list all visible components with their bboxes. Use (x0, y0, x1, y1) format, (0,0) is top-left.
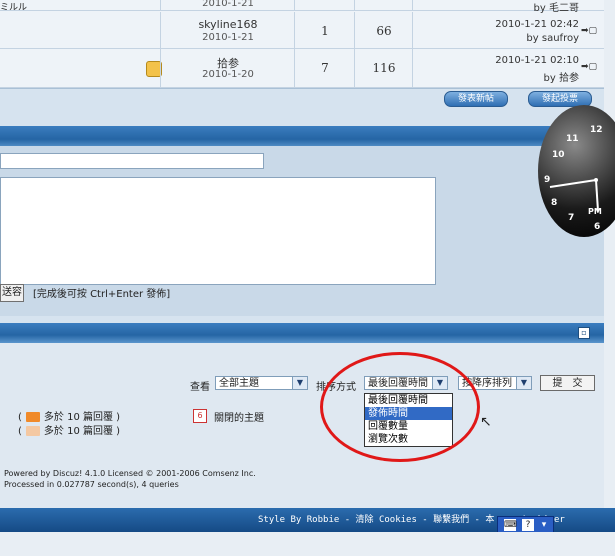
last-post-time[interactable]: 2010-1-21 02:42 (495, 19, 579, 30)
chevron-down-icon[interactable]: ▼ (516, 377, 531, 389)
message-textarea[interactable] (0, 177, 436, 285)
author-date: 2010-1-20 (202, 69, 254, 80)
go-last-post-icon[interactable]: ➡▢ (581, 26, 597, 36)
author-name[interactable]: skyline168 (161, 18, 295, 31)
chevron-down-icon[interactable]: ▼ (292, 377, 307, 389)
reply-count: 7 (321, 61, 329, 75)
table-row: 拾参 2010-1-20 7 116 2010-1-21 02:10 by 拾参… (0, 49, 604, 88)
hot-thread-icon (25, 426, 40, 436)
shortcut-hint: [完成後可按 Ctrl+Enter 發佈] (33, 289, 171, 300)
collapse-icon[interactable]: ▫ (578, 327, 590, 339)
last-post-by[interactable]: by 拾参 (544, 69, 579, 84)
highlight-annotation (320, 352, 480, 462)
view-count: 116 (372, 61, 396, 75)
dropdown-icon[interactable]: ▾ (538, 519, 550, 531)
subject-input[interactable] (0, 153, 264, 169)
keyboard-icon[interactable]: ⌨ (504, 519, 517, 531)
last-post-time[interactable]: 2010-1-21 02:10 (495, 55, 579, 66)
table-row: ミルル 2010-1-21 by 毛二哥 (0, 0, 604, 14)
closed-thread-icon: 6 (193, 409, 207, 423)
view-label: 查看 (190, 382, 210, 393)
page-bottom (0, 532, 615, 556)
last-post-by[interactable]: by saufroy (526, 33, 579, 44)
table-row: skyline168 2010-1-21 1 66 2010-1-21 02:4… (0, 12, 604, 49)
powered-by: Powered by Discuz! 4.1.0 Licensed © 2001… (4, 469, 256, 478)
mouse-cursor-icon: ↖ (480, 414, 492, 430)
post-reply-button[interactable]: 送容 (0, 284, 24, 302)
author-date: 2010-1-21 (202, 0, 254, 9)
processed-time: Processed in 0.027787 second(s), 4 queri… (4, 480, 179, 489)
help-icon[interactable]: ? (522, 519, 534, 531)
view-count: 66 (376, 24, 392, 38)
page-margin (604, 0, 615, 508)
forum-tools-header (0, 323, 604, 343)
clock-widget: 12 11 10 9 8 7 6 PM (538, 105, 615, 237)
quick-reply-header (0, 126, 604, 148)
legend-hot: (多於 10 篇回覆 ) (18, 412, 121, 423)
author-date: 2010-1-21 (202, 32, 254, 43)
hot-thread-icon (25, 412, 40, 422)
legend-closed: 關閉的主題 (214, 413, 264, 424)
reply-count: 1 (321, 24, 329, 38)
clock-hands (549, 178, 599, 212)
legend-very-hot: (多於 10 篇回覆 ) (18, 426, 121, 437)
new-thread-button[interactable]: 發表新帖 (444, 91, 508, 107)
go-last-post-icon[interactable]: ➡▢ (581, 62, 597, 72)
view-filter-value: 全部主題 (219, 378, 259, 389)
view-filter-select[interactable]: 全部主題 ▼ (215, 376, 308, 390)
submit-filter-button[interactable]: 提 交 (540, 375, 595, 391)
thread-table: ミルル 2010-1-21 by 毛二哥 skyline168 2010-1-2… (0, 0, 604, 89)
